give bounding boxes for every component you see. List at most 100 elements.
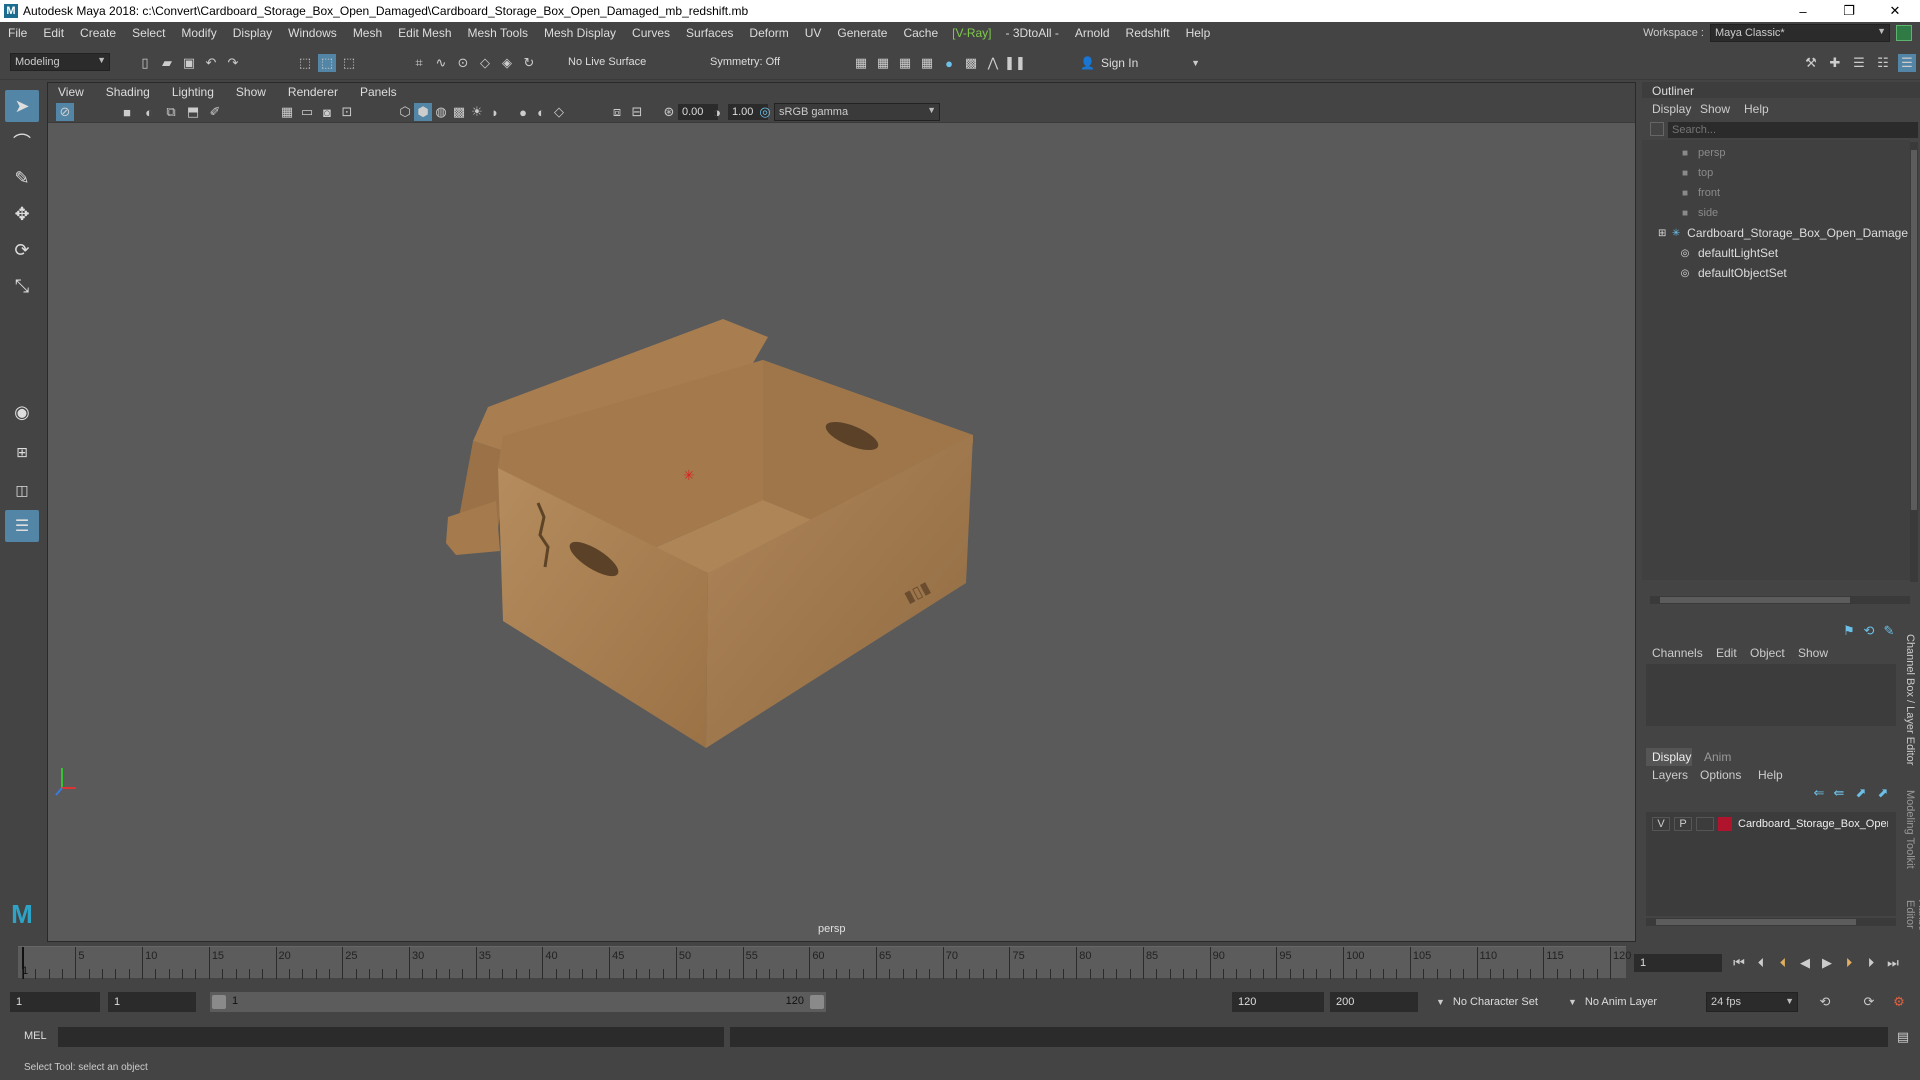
auto-key-icon[interactable]: ⟳ <box>1860 993 1878 1011</box>
two-view-layout-icon[interactable]: ◫ <box>5 474 39 506</box>
menu-edit[interactable]: Edit <box>35 26 72 40</box>
menu-mesh[interactable]: Mesh <box>345 26 390 40</box>
move-tool-icon[interactable]: ✥ <box>5 198 39 230</box>
menu-arnold[interactable]: Arnold <box>1067 26 1118 40</box>
minimize-button[interactable]: – <box>1780 0 1826 22</box>
menu-modify[interactable]: Modify <box>173 26 224 40</box>
modeling-toolkit-icon[interactable]: ⚒ <box>1802 54 1820 72</box>
outliner-menu-show[interactable]: Show <box>1700 102 1730 116</box>
outliner-layout-icon[interactable]: ☰ <box>5 510 39 542</box>
animation-end-field[interactable]: 200 <box>1330 992 1418 1012</box>
lasso-tool-icon[interactable]: ⌒ <box>5 126 39 158</box>
ipr-render-icon[interactable]: ▦ <box>896 54 914 72</box>
tool-settings-icon[interactable]: ☷ <box>1874 54 1892 72</box>
channel-menu-edit[interactable]: Edit <box>1716 646 1737 660</box>
select-tool-icon[interactable]: ➤ <box>5 90 39 122</box>
snap-together-icon[interactable]: ↻ <box>520 54 538 72</box>
menu-cache[interactable]: Cache <box>895 26 946 40</box>
layer-menu-layers[interactable]: Layers <box>1652 768 1688 782</box>
snap-curve-icon[interactable]: ∿ <box>432 54 450 72</box>
anti-aliasing-icon[interactable]: ◇ <box>550 103 568 121</box>
menu-surfaces[interactable]: Surfaces <box>678 26 741 40</box>
layer-name[interactable]: Cardboard_Storage_Box_Oper <box>1738 818 1888 830</box>
character-controls-icon[interactable]: ✚ <box>1826 54 1844 72</box>
step-back-frame-icon[interactable]: ⏴ <box>1774 954 1792 972</box>
symmetry-label[interactable]: Symmetry: Off <box>710 56 780 68</box>
animation-start-field[interactable]: 1 <box>10 992 100 1012</box>
render-settings-icon[interactable]: ▦ <box>918 54 936 72</box>
menu-uv[interactable]: UV <box>797 26 830 40</box>
snap-grid-icon[interactable]: ⌗ <box>410 54 428 72</box>
wireframe-icon[interactable]: ⬡ <box>396 103 414 121</box>
range-slider[interactable]: 1 120 <box>210 992 826 1012</box>
single-perspective-layout-icon[interactable]: ◉ <box>5 396 39 428</box>
animation-prefs-icon[interactable]: ⚙ <box>1890 993 1908 1011</box>
save-scene-icon[interactable]: ▣ <box>180 54 198 72</box>
layer-tab-display[interactable]: Display <box>1646 748 1692 766</box>
outliner-item-persp[interactable]: ■ persp <box>1678 144 1726 162</box>
isolate-select-icon[interactable]: ⧈ <box>608 103 626 121</box>
expand-icon[interactable]: ⊞ <box>1658 228 1667 239</box>
render-sequence-icon[interactable]: ▦ <box>874 54 892 72</box>
move-layer-up-icon[interactable]: ⇐ <box>1810 784 1828 802</box>
outliner-menu-display[interactable]: Display <box>1652 102 1691 116</box>
outliner-item-cardboard-group[interactable]: ⊞ ✳ Cardboard_Storage_Box_Open_Damage <box>1658 224 1908 242</box>
outliner-item-default-object-set[interactable]: ◎ defaultObjectSet <box>1678 264 1787 282</box>
menu-mesh-tools[interactable]: Mesh Tools <box>460 26 536 40</box>
step-forward-key-icon[interactable]: ⏵ <box>1862 954 1880 972</box>
side-tab-modeling-toolkit[interactable]: Modeling Toolkit <box>1904 790 1916 869</box>
camera-bookmark-icon[interactable]: ◐ <box>140 103 158 121</box>
channel-menu-object[interactable]: Object <box>1750 646 1785 660</box>
menu-create[interactable]: Create <box>72 26 124 40</box>
camera-attributes-icon[interactable]: ⊘ <box>56 103 74 121</box>
channel-box-icon-3[interactable]: ✎ <box>1880 622 1898 640</box>
menu-file[interactable]: File <box>0 26 35 40</box>
viewport-menu-renderer[interactable]: Renderer <box>278 85 350 99</box>
menu-deform[interactable]: Deform <box>741 26 796 40</box>
render-frame-icon[interactable]: ▦ <box>852 54 870 72</box>
paint-select-tool-icon[interactable]: ✎ <box>5 162 39 194</box>
menu-mesh-display[interactable]: Mesh Display <box>536 26 624 40</box>
layer-menu-help[interactable]: Help <box>1758 768 1783 782</box>
playback-start-field[interactable]: 1 <box>108 992 196 1012</box>
gamma-icon[interactable]: ◑ <box>708 103 726 121</box>
channel-box-icon-1[interactable]: ⚑ <box>1840 622 1858 640</box>
outliner-search-input[interactable] <box>1668 122 1918 138</box>
character-set-dropdown[interactable]: ▼ No Character Set <box>1436 992 1580 1012</box>
redo-icon[interactable]: ↷ <box>224 54 242 72</box>
sign-in-button[interactable]: 👤 Sign In ▼ <box>1080 53 1200 73</box>
cardboard-box-model[interactable]: ▮▯▮ ✳ <box>48 123 1635 941</box>
range-start-handle[interactable] <box>212 995 226 1009</box>
new-scene-icon[interactable]: ▯ <box>136 54 154 72</box>
menu-curves[interactable]: Curves <box>624 26 678 40</box>
attribute-editor-icon[interactable]: ☰ <box>1850 54 1868 72</box>
scale-tool-icon[interactable]: ⤡ <box>5 270 39 302</box>
camera-icon[interactable]: ■ <box>118 103 136 121</box>
fps-dropdown[interactable]: 24 fps ▼ <box>1706 992 1798 1012</box>
select-hierarchy-icon[interactable]: ⬚ <box>296 54 314 72</box>
snap-view-plane-icon[interactable]: ◇ <box>476 54 494 72</box>
channel-box-icon-2[interactable]: ⟲ <box>1860 622 1878 640</box>
command-input[interactable] <box>58 1027 724 1047</box>
resolution-gate-icon[interactable]: ⬒ <box>184 103 202 121</box>
viewport-menu-lighting[interactable]: Lighting <box>162 85 226 99</box>
live-surface-label[interactable]: No Live Surface <box>568 56 646 68</box>
workspace-dropdown[interactable]: Maya Classic* ▼ <box>1710 24 1890 42</box>
layer-menu-options[interactable]: Options <box>1700 768 1741 782</box>
ambient-occlusion-icon[interactable]: ● <box>514 103 532 121</box>
open-scene-icon[interactable]: ▰ <box>158 54 176 72</box>
layer-playback-toggle[interactable]: P <box>1674 817 1692 831</box>
channel-box-toggle-icon[interactable]: ☰ <box>1898 54 1916 72</box>
menu-vray[interactable]: [V-Ray] <box>946 26 997 40</box>
new-layer-icon[interactable]: ⬈ <box>1852 784 1870 802</box>
gate-mask-icon[interactable]: ◙ <box>318 103 336 121</box>
render-view-icon[interactable]: ▩ <box>962 54 980 72</box>
go-to-start-icon[interactable]: ⏮ <box>1730 954 1748 972</box>
hypershade-icon[interactable]: ● <box>940 54 958 72</box>
viewport-canvas[interactable]: ▮▯▮ ✳ persp <box>48 123 1635 941</box>
layer-row[interactable]: V P Cardboard_Storage_Box_Oper <box>1646 814 1896 834</box>
film-gate-icon[interactable]: ▭ <box>298 103 316 121</box>
field-chart-icon[interactable]: ⊡ <box>338 103 356 121</box>
outliner-item-side[interactable]: ■ side <box>1678 204 1718 222</box>
viewport-menu-show[interactable]: Show <box>226 85 278 99</box>
